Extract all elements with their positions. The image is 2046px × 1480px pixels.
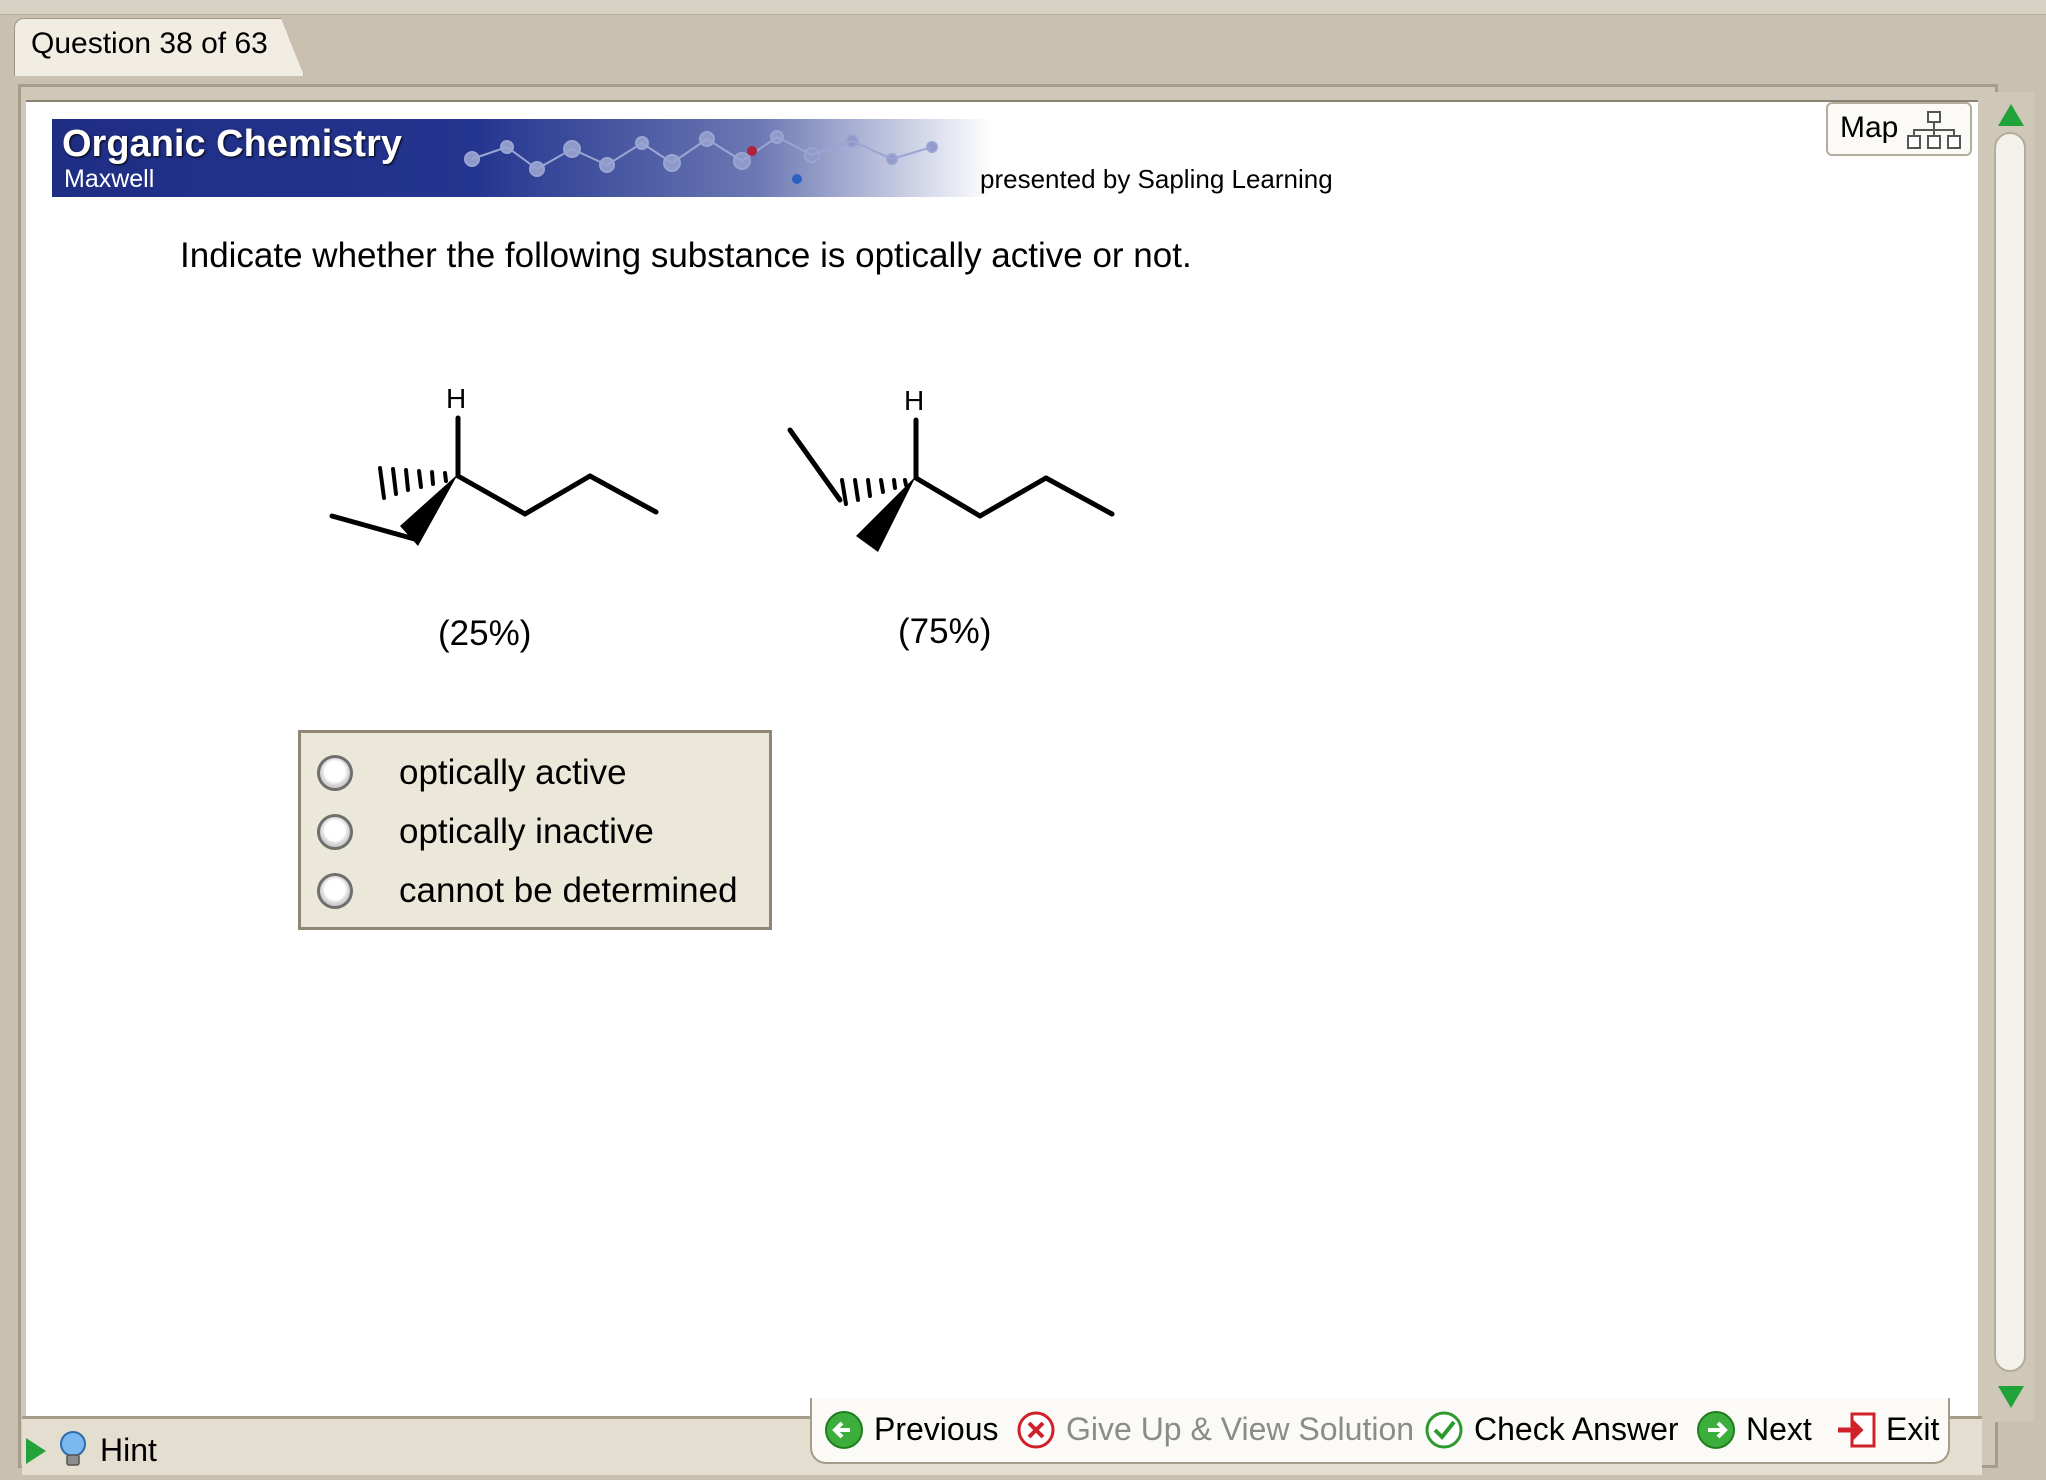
molecule-structures: H H <box>329 383 1115 552</box>
give-up-x-icon <box>1017 1411 1055 1449</box>
check-answer-label: Check Answer <box>1474 1411 1679 1447</box>
exit-door-icon <box>1838 1412 1876 1448</box>
course-author: Maxwell <box>64 165 155 193</box>
structure-75-percent <box>787 417 1115 519</box>
map-button-label: Map <box>1840 111 1899 144</box>
previous-label: Previous <box>874 1411 999 1447</box>
next-arrow-icon <box>1697 1411 1735 1449</box>
answer-option-optically-active[interactable]: optically active <box>317 749 757 799</box>
answer-choices: optically active optically inactive cann… <box>298 730 772 930</box>
percent-label-1: (25%) <box>438 614 532 653</box>
percent-label-2: (75%) <box>898 612 992 651</box>
answer-option-label[interactable]: cannot be determined <box>399 871 738 911</box>
question-prompt: Indicate whether the following substance… <box>180 236 1192 275</box>
give-up-label: Give Up & View Solution <box>1066 1411 1415 1447</box>
course-banner: Organic Chemistry Maxwell <box>52 119 992 197</box>
answer-option-optically-inactive[interactable]: optically inactive <box>317 808 757 858</box>
check-icon <box>1425 1411 1463 1449</box>
hint-expand-arrow-icon[interactable] <box>26 1438 46 1464</box>
map-button[interactable]: Map <box>1826 102 1972 156</box>
answer-option-label[interactable]: optically active <box>399 753 627 793</box>
hint-button[interactable]: Hint <box>100 1432 157 1469</box>
wedge-bond-icon <box>856 476 916 552</box>
scroll-down-arrow-icon[interactable] <box>1998 1386 2024 1408</box>
scrollbar-track[interactable] <box>1994 132 2026 1372</box>
answer-option-label[interactable]: optically inactive <box>399 812 654 852</box>
radio-button-icon[interactable] <box>317 873 353 909</box>
previous-arrow-icon <box>825 1411 863 1449</box>
question-counter: Question 38 of 63 <box>31 27 268 60</box>
lightbulb-icon[interactable] <box>58 1430 88 1470</box>
exit-label: Exit <box>1886 1411 1940 1447</box>
atom-label-h-2: H <box>904 385 924 416</box>
sitemap-icon <box>1907 111 1961 149</box>
course-title: Organic Chemistry <box>62 123 402 165</box>
next-label: Next <box>1746 1411 1812 1447</box>
structure-25-percent <box>329 415 659 543</box>
radio-button-icon[interactable] <box>317 755 353 791</box>
radio-button-icon[interactable] <box>317 814 353 850</box>
browser-top-strip <box>0 0 2046 15</box>
atom-label-h-1: H <box>446 383 466 414</box>
answer-option-cannot-be-determined[interactable]: cannot be determined <box>317 867 757 917</box>
presented-by-text: presented by Sapling Learning <box>980 164 1333 194</box>
question-counter-tab: Question 38 of 63 <box>14 18 304 76</box>
scroll-up-arrow-icon[interactable] <box>1998 104 2024 126</box>
